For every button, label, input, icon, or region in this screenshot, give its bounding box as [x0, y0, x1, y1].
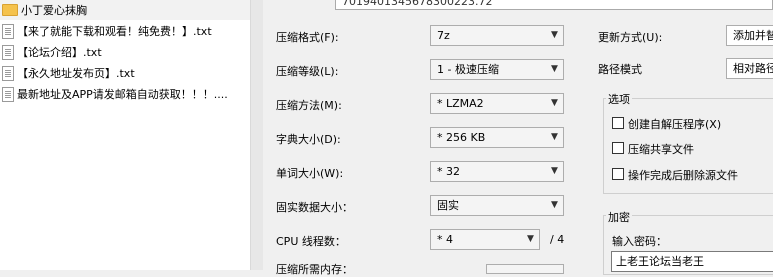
file-name: 【来了就能下载和观看！纯免费！】.txt	[17, 25, 212, 38]
folder-icon	[2, 4, 18, 16]
file-name: 【永久地址发布页】.txt	[17, 67, 135, 80]
method-value: * LZMA2	[437, 97, 484, 110]
chevron-down-icon: ▼	[551, 200, 558, 210]
method-label: 压缩方法(M):	[276, 99, 342, 112]
solid-select[interactable]: 固实 ▼	[430, 195, 564, 216]
file-row[interactable]: 最新地址及APP请发邮箱自动获取！！！....	[0, 84, 250, 105]
level-label: 压缩等级(L):	[276, 65, 339, 78]
text-file-icon	[2, 65, 14, 81]
file-name: 【论坛介绍】.txt	[17, 46, 102, 59]
level-value: 1 - 极速压缩	[437, 63, 499, 76]
format-label: 压缩格式(F):	[276, 31, 339, 44]
memory-label: 压缩所需内存：	[276, 263, 353, 276]
level-select[interactable]: 1 - 极速压缩 ▼	[430, 59, 564, 80]
file-row[interactable]: 【论坛介绍】.txt	[0, 42, 250, 63]
word-select[interactable]: * 32 ▼	[430, 161, 564, 182]
dict-select[interactable]: * 256 KB ▼	[430, 127, 564, 148]
dict-value: * 256 KB	[437, 131, 486, 144]
password-input[interactable]: 上老王论坛当老王	[611, 251, 773, 272]
chevron-down-icon: ▼	[527, 234, 534, 244]
format-select[interactable]: 7z ▼	[430, 25, 564, 46]
chevron-down-icon: ▼	[551, 166, 558, 176]
password-label: 输入密码：	[612, 235, 667, 248]
path-mode-label: 路径模式	[598, 63, 642, 76]
chevron-down-icon: ▼	[551, 30, 558, 40]
path-mode-select[interactable]: 相对路径	[726, 58, 773, 79]
chevron-down-icon: ▼	[551, 132, 558, 142]
update-select[interactable]: 添加并替	[726, 25, 773, 46]
shared-files-label: 压缩共享文件	[628, 143, 694, 156]
delete-after-checkbox[interactable]	[612, 168, 624, 180]
delete-after-label: 操作完成后删除源文件	[628, 169, 738, 182]
encryption-title: 加密	[606, 209, 632, 225]
solid-label: 固实数据大小：	[276, 201, 353, 214]
panel-divider	[251, 0, 263, 270]
file-row-folder[interactable]: 小丁爱心抹胸	[0, 0, 250, 21]
chevron-down-icon: ▼	[551, 98, 558, 108]
format-value: 7z	[437, 29, 450, 42]
update-value: 添加并替	[733, 29, 773, 42]
cpu-label: CPU 线程数：	[276, 235, 346, 248]
options-title: 选项	[606, 91, 632, 107]
text-file-icon	[2, 86, 14, 102]
shared-files-checkbox[interactable]	[612, 142, 624, 154]
dict-label: 字典大小(D):	[276, 133, 341, 146]
archive-path-field[interactable]: 7019401345678300223.72	[335, 0, 773, 10]
file-name: 最新地址及APP请发邮箱自动获取！！！....	[17, 88, 228, 101]
word-label: 单词大小(W):	[276, 167, 344, 180]
method-select[interactable]: * LZMA2 ▼	[430, 93, 564, 114]
cpu-value: * 4	[437, 233, 453, 246]
file-row[interactable]: 【永久地址发布页】.txt	[0, 63, 250, 84]
file-name: 小丁爱心抹胸	[21, 4, 87, 17]
text-file-icon	[2, 44, 14, 60]
cpu-max: / 4	[550, 233, 565, 246]
memory-field	[486, 264, 564, 274]
sfx-label: 创建自解压程序(X)	[628, 118, 722, 131]
chevron-down-icon: ▼	[551, 64, 558, 74]
solid-value: 固实	[437, 199, 459, 212]
update-label: 更新方式(U):	[598, 31, 663, 44]
path-mode-value: 相对路径	[733, 62, 773, 75]
text-file-icon	[2, 23, 14, 39]
word-value: * 32	[437, 165, 460, 178]
file-row[interactable]: 【来了就能下载和观看！纯免费！】.txt	[0, 21, 250, 42]
file-list-panel: 小丁爱心抹胸 【来了就能下载和观看！纯免费！】.txt 【论坛介绍】.txt 【…	[0, 0, 251, 270]
sfx-checkbox[interactable]	[612, 117, 624, 129]
cpu-select[interactable]: * 4 ▼	[430, 229, 540, 250]
